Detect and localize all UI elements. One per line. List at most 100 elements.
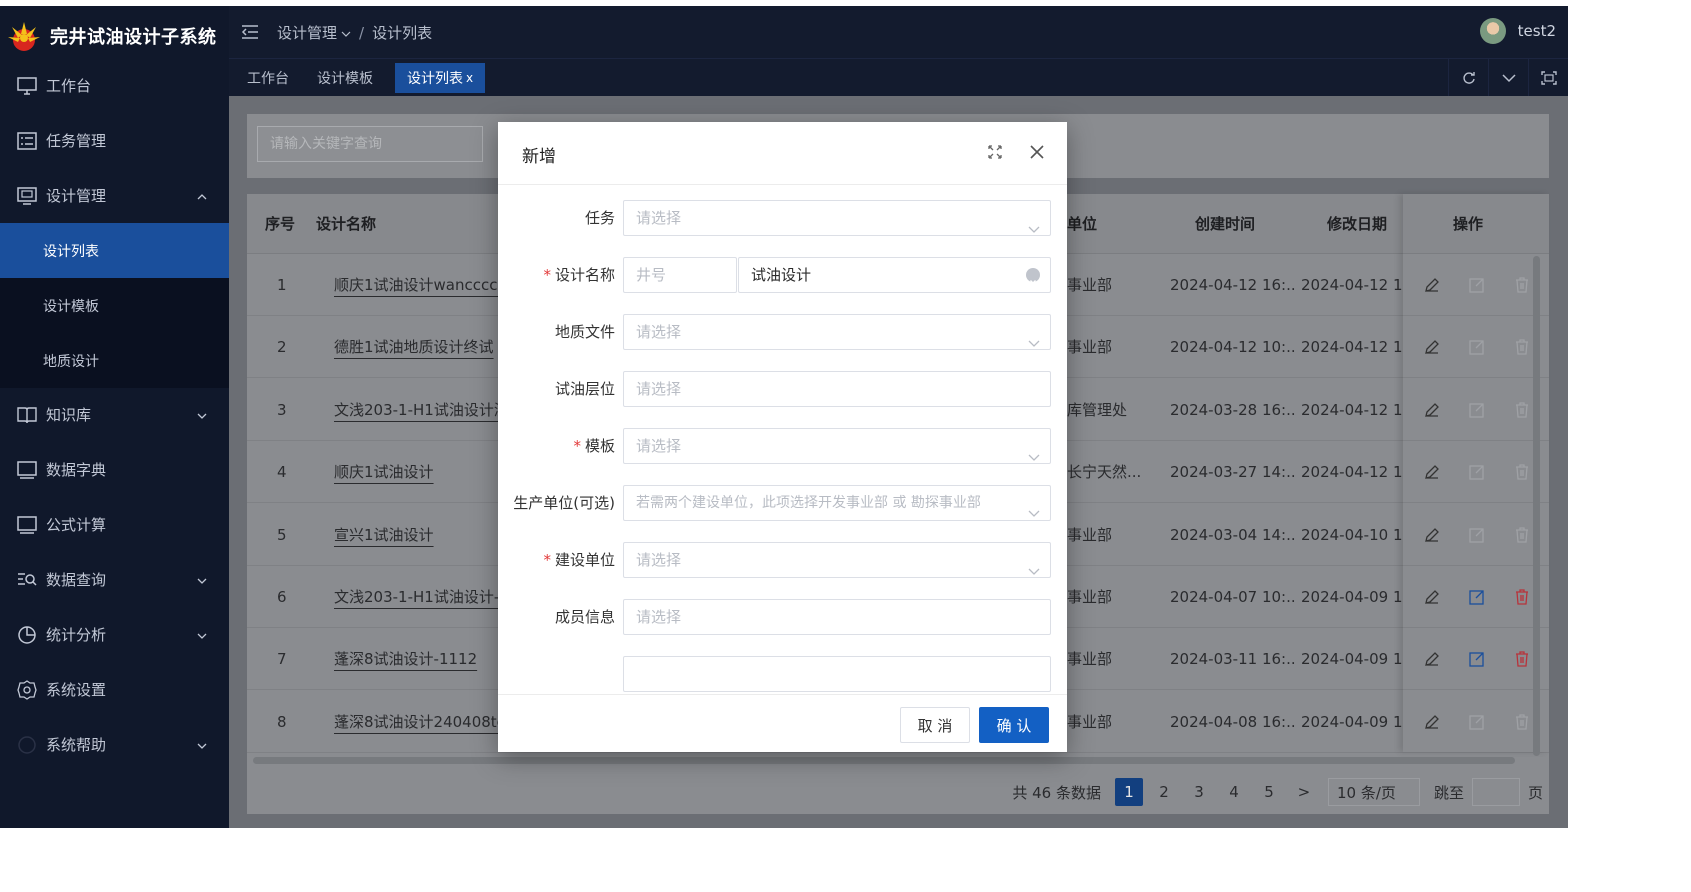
username[interactable]: test2	[1518, 22, 1556, 40]
page-button[interactable]: 5	[1255, 778, 1283, 806]
field-label: 试油层位	[554, 380, 615, 398]
expand-icon[interactable]	[985, 142, 1005, 162]
design-name-link[interactable]: 蓬深8试油设计-1112	[334, 628, 499, 690]
form-row-test-layer: 试油层位 请选择	[498, 371, 1067, 407]
chevron-down-icon	[1028, 213, 1040, 233]
geology-file-select[interactable]: 请选择	[623, 314, 1051, 350]
row-unit: 事业部	[1067, 338, 1113, 357]
breadcrumb-item: 设计列表	[372, 24, 433, 42]
row-unit: 事业部	[1067, 712, 1113, 731]
well-number-input[interactable]: 井号	[623, 257, 737, 293]
confirm-button[interactable]: 确 认	[979, 707, 1049, 743]
sidebar-item-settings[interactable]: 系统设置	[0, 662, 229, 717]
sidebar-subitem-geology-design[interactable]: 地质设计	[0, 333, 229, 388]
row-created-time: 2024-04-08 16:...	[1170, 712, 1295, 731]
pagination-total: 共 46 条数据	[1012, 783, 1101, 802]
column-header-created: 创建时间	[1195, 215, 1256, 233]
help-icon	[16, 734, 38, 756]
sidebar-item-dictionary[interactable]: 数据字典	[0, 442, 229, 497]
design-name-link[interactable]: 蓬深8试油设计240408te	[334, 691, 499, 753]
design-name-value: 试油设计	[751, 266, 812, 284]
refresh-icon[interactable]	[1448, 59, 1488, 97]
design-name-link[interactable]: 文浅203-1-H1试油设计-	[334, 566, 499, 628]
field-label: * 建设单位	[543, 542, 615, 578]
next-page-button[interactable]: >	[1290, 778, 1318, 806]
close-icon[interactable]	[1027, 142, 1047, 162]
design-board-icon	[16, 185, 38, 207]
avatar[interactable]	[1479, 18, 1506, 44]
fixed-ops-column-shadow	[1403, 194, 1549, 752]
fullscreen-icon[interactable]	[1528, 59, 1568, 97]
chevron-down-icon[interactable]	[1488, 59, 1528, 97]
vertical-scrollbar[interactable]	[1533, 256, 1540, 756]
tab-workbench[interactable]: 工作台	[235, 63, 301, 93]
chevron-down-icon	[197, 627, 207, 639]
cancel-button[interactable]: 取 消	[900, 707, 970, 743]
search-input[interactable]: 请输入关键字查询	[257, 126, 483, 162]
design-name-link[interactable]: 文浅203-1-H1试油设计测	[334, 379, 499, 441]
sidebar-item-workbench[interactable]: 工作台	[0, 58, 229, 113]
design-name-input[interactable]: 试油设计	[738, 257, 1051, 293]
design-name-link[interactable]: 德胜1试油地质设计终试	[334, 316, 499, 378]
row-index: 7	[277, 650, 287, 669]
menu-collapse-icon[interactable]	[241, 24, 259, 44]
field-label-text: 建设单位	[554, 551, 615, 569]
page-size-select[interactable]: 10 条/页	[1327, 778, 1420, 806]
chevron-down-icon	[1028, 555, 1040, 575]
sidebar-item-query[interactable]: 数据查询	[0, 552, 229, 607]
task-select[interactable]: 请选择	[623, 200, 1051, 236]
jump-input[interactable]	[1471, 778, 1520, 806]
members-input[interactable]: 请选择	[623, 599, 1051, 635]
select-placeholder: 请选择	[636, 437, 682, 455]
row-index: 4	[277, 463, 287, 482]
horizontal-scrollbar[interactable]	[253, 757, 1515, 764]
row-index: 2	[277, 338, 287, 357]
sidebar-item-formula[interactable]: 公式计算	[0, 497, 229, 552]
row-unit: 长宁天然...	[1067, 463, 1142, 482]
sidebar-item-label: 系统帮助	[46, 736, 107, 754]
partial-field[interactable]	[623, 656, 1051, 692]
row-unit: 事业部	[1067, 276, 1113, 294]
design-name-link[interactable]: 顺庆1试油设计wancccccc	[334, 254, 499, 316]
gear-icon	[16, 679, 38, 701]
sidebar-subitem-design-list[interactable]: 设计列表	[0, 223, 229, 278]
field-label-text: 模板	[584, 437, 615, 455]
sidebar-item-design[interactable]: 设计管理	[0, 168, 229, 223]
breadcrumb-separator: /	[359, 23, 365, 42]
screen-icon	[16, 459, 38, 481]
test-layer-input[interactable]: 请选择	[623, 371, 1051, 407]
row-index: 1	[277, 276, 287, 294]
jump-label: 跳至	[1433, 783, 1464, 802]
petro-logo-icon	[6, 18, 42, 54]
page-button[interactable]: 2	[1150, 778, 1178, 806]
clear-icon[interactable]	[1026, 268, 1040, 286]
field-label: 生产单位(可选)	[513, 494, 615, 512]
template-select[interactable]: 请选择	[623, 428, 1051, 464]
sidebar-item-help[interactable]: 系统帮助	[0, 717, 229, 772]
sidebar-item-tasks[interactable]: 任务管理	[0, 113, 229, 168]
tab-close-icon[interactable]: x	[466, 71, 473, 85]
select-placeholder: 若需两个建设单位，此项选择开发事业部 或 勘探事业部	[636, 495, 981, 511]
page-button[interactable]: 1	[1114, 778, 1143, 806]
dialog-title: 新增	[522, 147, 556, 167]
page-button[interactable]: 4	[1220, 778, 1248, 806]
monitor-icon	[16, 75, 38, 97]
sidebar-subitem-design-template[interactable]: 设计模板	[0, 278, 229, 333]
chevron-down-icon	[1028, 327, 1040, 347]
row-index: 5	[277, 525, 287, 544]
sidebar-item-knowledge[interactable]: 知识库	[0, 387, 229, 442]
required-mark: *	[543, 266, 551, 284]
page-button[interactable]: 3	[1185, 778, 1213, 806]
construction-unit-select[interactable]: 请选择	[623, 542, 1051, 578]
production-unit-select[interactable]: 若需两个建设单位，此项选择开发事业部 或 勘探事业部	[623, 485, 1051, 521]
row-created-time: 2024-04-12 10:...	[1170, 338, 1295, 357]
tab-design-template[interactable]: 设计模板	[305, 63, 385, 93]
sidebar-item-statistics[interactable]: 统计分析	[0, 607, 229, 662]
breadcrumb-item[interactable]: 设计管理	[277, 22, 337, 43]
design-name-link[interactable]: 宣兴1试油设计	[334, 504, 499, 566]
user-menu[interactable]: test2	[1479, 18, 1556, 44]
row-unit: 事业部	[1067, 588, 1113, 606]
dialog-tools	[963, 142, 1047, 162]
tab-design-list[interactable]: 设计列表 x	[395, 63, 486, 93]
design-name-link[interactable]: 顺庆1试油设计	[334, 441, 499, 503]
